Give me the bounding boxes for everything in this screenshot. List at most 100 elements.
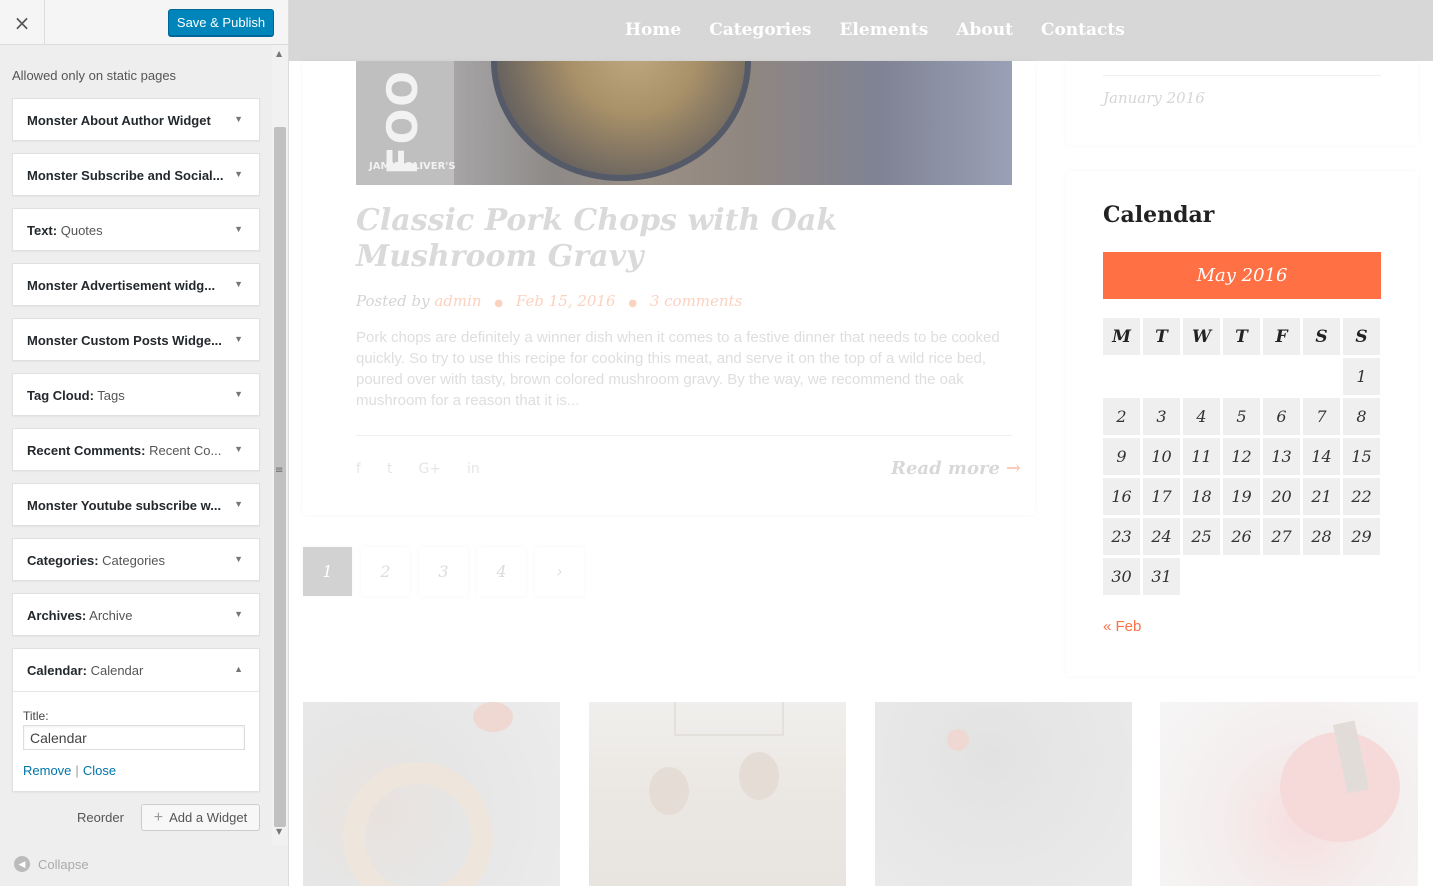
widget-monster-about-author[interactable]: Monster About Author Widget ▼ [12,98,260,141]
calendar-empty-cell [1223,558,1260,595]
widget-name: Tag Cloud: [27,388,94,403]
calendar-day: 20 [1263,478,1300,515]
widget-tag-cloud[interactable]: Tag Cloud: Tags ▼ [12,373,260,416]
caret-down-icon[interactable]: ▼ [234,444,243,454]
calendar-day: 3 [1143,398,1180,435]
calendar-day: 13 [1263,438,1300,475]
page-1[interactable]: 1 [303,547,352,596]
caret-down-icon[interactable]: ▼ [234,334,243,344]
widget-name: Monster Advertisement widg... [27,278,216,293]
caret-down-icon[interactable]: ▼ [234,499,243,509]
page-3[interactable]: 3 [419,547,468,596]
share-icons: f t G+ in [356,461,480,477]
calendar-week-row: 9 10 11 12 13 14 15 [1103,438,1381,475]
linkedin-icon[interactable]: in [467,461,480,477]
page-4[interactable]: 4 [477,547,526,596]
nav-about[interactable]: About [956,20,1013,40]
facebook-icon[interactable]: f [356,461,361,477]
save-publish-button[interactable]: Save & Publish [168,9,274,36]
image-caption: JAMIE OLIVER'S [369,161,456,172]
caret-down-icon[interactable]: ▼ [234,279,243,289]
post-excerpt: Pork chops are definitely a winner dish … [356,329,1000,409]
caret-down-icon[interactable]: ▼ [234,554,243,564]
nav-elements[interactable]: Elements [839,20,928,40]
meta-separator-icon: ● [628,298,638,309]
close-link[interactable]: Close [83,763,116,778]
calendar-month: May 2016 [1103,252,1381,299]
widget-instance-title: Calendar [86,663,144,678]
scrollbar-thumb[interactable] [274,127,286,827]
widget-name: Recent Comments: [27,443,146,458]
plus-icon: + [153,808,164,826]
widget-instance-title: Categories [98,553,166,568]
post-comments-link[interactable]: 3 comments [650,292,742,310]
food-pan-image [491,61,751,181]
posted-by-label: Posted by [356,292,430,310]
nav-contacts[interactable]: Contacts [1041,20,1125,40]
post-featured-image[interactable]: FOO JAMIE OLIVER'S [356,61,1012,185]
calendar-week-row: 1 [1103,358,1381,395]
remove-link[interactable]: Remove [23,763,71,778]
caret-down-icon[interactable]: ▼ [234,169,243,179]
post-date-link[interactable]: Feb 15, 2016 [516,292,616,310]
post-thumbnail[interactable] [589,702,846,886]
divider [1103,75,1381,76]
caret-down-icon[interactable]: ▼ [234,389,243,399]
scroll-down-arrow-icon[interactable]: ▼ [276,827,282,836]
post-title[interactable]: Classic Pork Chops with Oak Mushroom Gra… [356,203,996,275]
caret-down-icon[interactable]: ▼ [234,224,243,234]
calendar-prev-link[interactable]: « Feb [1103,618,1141,635]
read-more-link[interactable]: Read more → [891,458,1021,479]
calendar-day: 30 [1103,558,1140,595]
twitter-icon[interactable]: t [387,461,393,477]
widget-instance-title: Recent Co... [145,443,222,458]
calendar-day: 27 [1263,518,1300,555]
main-navigation: Home Categories Elements About Contacts [625,20,1125,40]
reorder-button[interactable]: Reorder [77,810,124,825]
caret-up-icon[interactable]: ▲ [234,664,243,674]
title-field[interactable] [23,725,245,750]
close-icon[interactable]: × [0,0,45,45]
caret-down-icon[interactable]: ▼ [234,609,243,619]
widget-recent-comments[interactable]: Recent Comments: Recent Co... ▼ [12,428,260,471]
resize-grip-icon[interactable]: ≡ [275,465,283,476]
post-author-link[interactable]: admin [434,292,481,310]
widget-text-quotes[interactable]: Text: Quotes ▼ [12,208,260,251]
post-thumbnail[interactable] [303,702,560,886]
collapse-button[interactable]: ◀ Collapse [14,856,89,872]
meta-separator-icon: ● [494,298,504,309]
panel-scrollbar[interactable]: ▲ ≡ ▼ [272,45,288,845]
widget-categories[interactable]: Categories: Categories ▼ [12,538,260,581]
calendar-day: 21 [1303,478,1340,515]
add-widget-button[interactable]: + Add a Widget [141,804,260,831]
caret-down-icon[interactable]: ▼ [234,114,243,124]
calendar-day: 29 [1343,518,1380,555]
calendar-empty-cell [1263,558,1300,595]
nav-home[interactable]: Home [625,20,681,40]
site-preview: Home Categories Elements About Contacts … [289,0,1433,886]
next-page-chevron-icon[interactable]: › [535,547,584,596]
page-2[interactable]: 2 [361,547,410,596]
collapse-icon: ◀ [14,856,30,872]
nav-categories[interactable]: Categories [709,20,811,40]
calendar-empty-cell [1103,358,1140,395]
scroll-up-arrow-icon[interactable]: ▲ [276,49,282,58]
widget-name: Monster Custom Posts Widge... [27,333,222,348]
google-plus-icon[interactable]: G+ [418,461,441,477]
calendar-day: 4 [1183,398,1220,435]
calendar-day: 12 [1223,438,1260,475]
post-thumbnail[interactable] [875,702,1132,886]
widget-monster-custom-posts[interactable]: Monster Custom Posts Widge... ▼ [12,318,260,361]
calendar-empty-cell [1183,558,1220,595]
widget-archives[interactable]: Archives: Archive ▼ [12,593,260,636]
image-text: FOO [378,69,427,176]
widget-monster-advertisement[interactable]: Monster Advertisement widg... ▼ [12,263,260,306]
post-thumbnail[interactable] [1160,702,1418,886]
widget-calendar-header[interactable]: Calendar: Calendar ▲ [13,649,259,692]
calendar-weekday: T [1143,318,1180,355]
widget-monster-youtube-subscribe[interactable]: Monster Youtube subscribe w... ▼ [12,483,260,526]
widget-monster-subscribe-social[interactable]: Monster Subscribe and Social... ▼ [12,153,260,196]
archive-link[interactable]: January 2016 [1103,89,1205,107]
calendar-weekday: F [1263,318,1300,355]
divider [356,435,1012,436]
